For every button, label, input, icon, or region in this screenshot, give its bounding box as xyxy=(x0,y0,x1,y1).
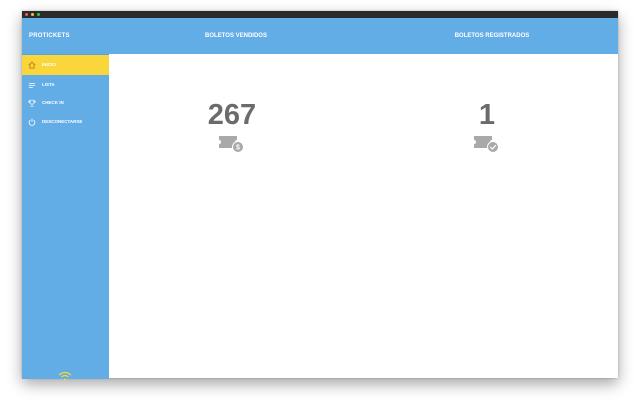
sidebar-item-lista[interactable]: LISTA xyxy=(22,75,109,95)
sidebar-item-label: CHECK IN xyxy=(42,100,64,105)
sidebar-item-label: DESCONECTARSE xyxy=(42,119,83,124)
app-brand: PROTICKETS xyxy=(29,33,70,39)
sidebar-item-inicio[interactable]: INICIO xyxy=(22,55,109,75)
close-window-button[interactable] xyxy=(25,13,28,16)
sidebar-item-label: INICIO xyxy=(42,62,56,67)
ticket-dollar-icon: $ xyxy=(219,136,244,153)
sold-tickets-title: BOLETOS VENDIDOS xyxy=(205,33,267,39)
registered-tickets-count: 1 xyxy=(478,99,496,131)
sold-tickets-count: 267 xyxy=(207,99,257,131)
ticket-check-icon xyxy=(474,136,499,153)
home-icon xyxy=(28,61,36,69)
sidebar-item-label: LISTA xyxy=(42,82,55,87)
dashboard-main: 267 $ 1 xyxy=(109,54,618,378)
trophy-icon xyxy=(28,99,36,107)
svg-text:$: $ xyxy=(236,145,240,152)
sidebar-item-check-in[interactable]: CHECK IN xyxy=(22,93,109,113)
registered-tickets-stat: 1 xyxy=(417,99,557,153)
minimize-window-button[interactable] xyxy=(31,13,34,16)
app-window: PROTICKETS BOLETOS VENDIDOS BOLETOS REGI… xyxy=(22,11,618,381)
sidebar-item-desconectarse[interactable]: DESCONECTARSE xyxy=(22,112,109,132)
list-icon xyxy=(28,83,36,88)
sold-tickets-stat: 267 $ xyxy=(162,99,302,153)
top-bar: PROTICKETS BOLETOS VENDIDOS BOLETOS REGI… xyxy=(22,18,618,54)
power-icon xyxy=(28,118,36,126)
registered-tickets-title: BOLETOS REGISTRADOS xyxy=(454,33,530,39)
window-titlebar xyxy=(22,11,618,18)
wifi-icon xyxy=(58,371,72,381)
sidebar: INICIO LISTA CHECK IN DESCONECTARSE xyxy=(22,54,109,381)
maximize-window-button[interactable] xyxy=(37,13,40,16)
